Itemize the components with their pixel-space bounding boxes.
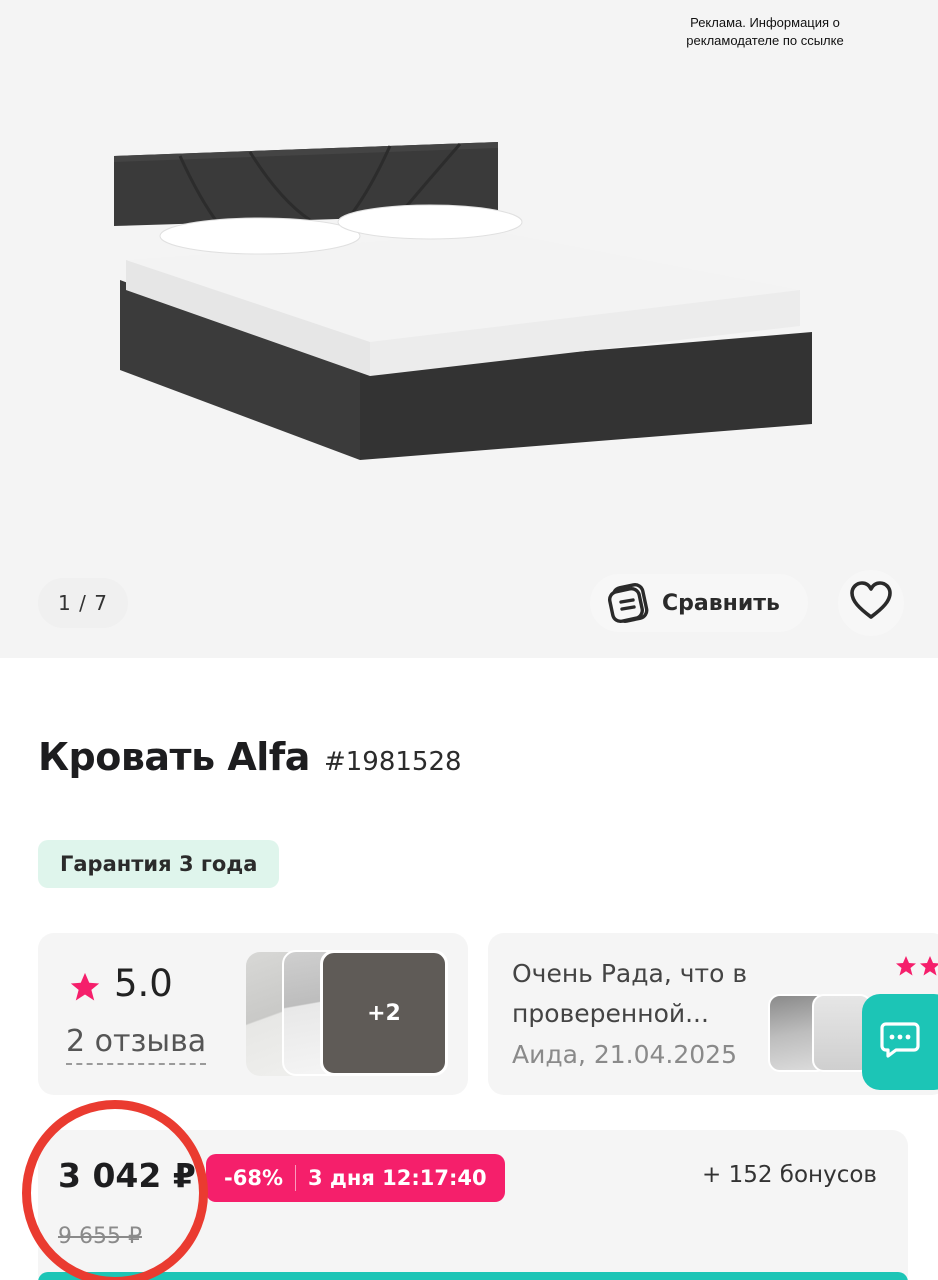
product-name: Кровать Alfa [38, 735, 310, 779]
discount-badge: -68% 3 дня 12:17:40 [206, 1154, 505, 1202]
rating-row [68, 970, 102, 1008]
reviews-link[interactable]: 2 отзыва [66, 1024, 207, 1065]
discount-divider [294, 1165, 296, 1191]
product-gallery[interactable]: Реклама. Информация о рекламодателе по с… [0, 0, 938, 658]
compare-button[interactable]: Сравнить [590, 574, 808, 632]
ad-notice[interactable]: Реклама. Информация о рекламодателе по с… [660, 14, 870, 50]
review-text: Очень Рада, что в проверенной... [512, 959, 748, 1028]
chat-button[interactable] [862, 994, 938, 1090]
star-icon [68, 970, 102, 1008]
compare-label: Сравнить [662, 590, 780, 616]
review-author: Аида, 21.04.2025 [512, 1040, 737, 1069]
product-title: Кровать Alfa #1981528 [38, 735, 462, 779]
image-counter: 1 / 7 [38, 578, 128, 628]
review-stars [894, 954, 938, 982]
warranty-badge: Гарантия 3 года [38, 840, 280, 888]
bonus-points: + 152 бонусов [702, 1162, 877, 1188]
product-image [114, 142, 812, 460]
more-photos-count: +2 [367, 1000, 401, 1026]
chat-icon [880, 1021, 920, 1063]
discount-timer: 3 дня 12:17:40 [307, 1166, 487, 1190]
buy-button[interactable] [38, 1272, 908, 1280]
price-highlight-circle [22, 1100, 208, 1280]
compare-icon [606, 579, 654, 627]
heart-icon [849, 581, 893, 625]
discount-percent: -68% [224, 1166, 283, 1190]
rating-value: 5.0 [114, 962, 173, 1005]
product-sku: #1981528 [323, 747, 462, 777]
more-photos-thumb[interactable]: +2 [320, 950, 448, 1076]
star-icon [894, 954, 918, 982]
favorite-button[interactable] [838, 570, 904, 636]
star-icon [918, 954, 938, 982]
